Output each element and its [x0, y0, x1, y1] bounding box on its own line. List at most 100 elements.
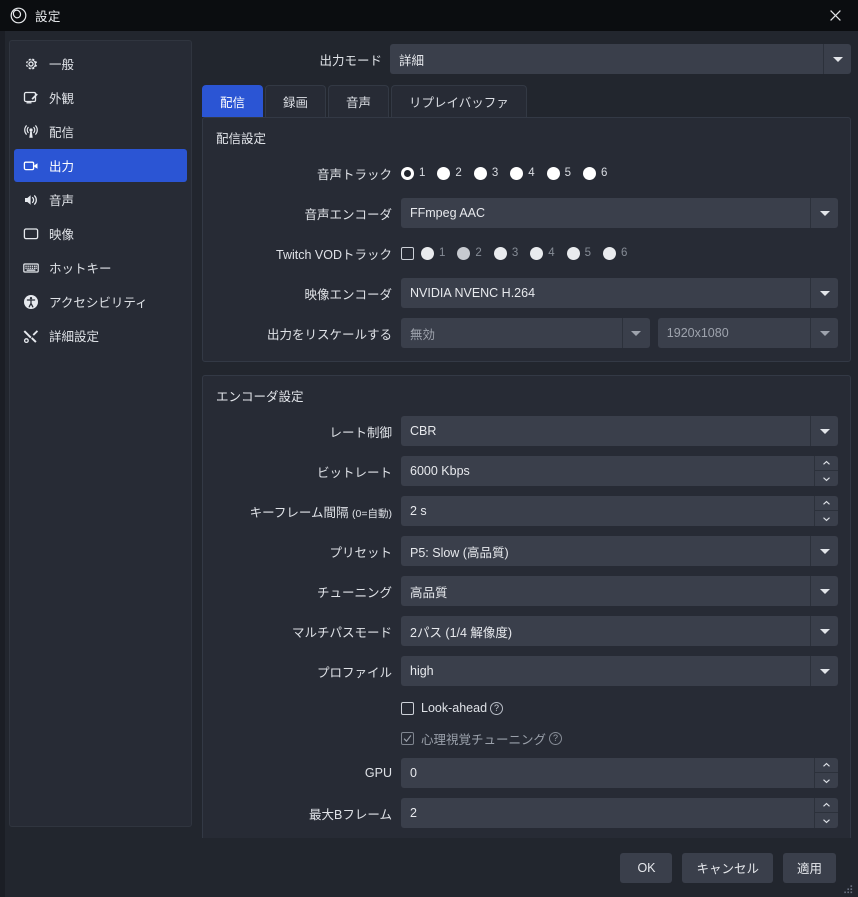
chevron-down-icon[interactable] [810, 318, 838, 348]
sidebar-item-output[interactable]: 出力 [14, 149, 187, 182]
max-bframes-spinbox[interactable]: 2 [401, 798, 838, 828]
chevron-down-icon[interactable] [810, 656, 838, 686]
preset-combobox[interactable]: P5: Slow (高品質) [401, 536, 838, 566]
lookahead-checkbox[interactable] [401, 701, 414, 715]
chevron-down-icon[interactable] [810, 576, 838, 606]
keyboard-icon [22, 259, 40, 277]
sidebar-item-label: 外観 [49, 92, 75, 106]
sidebar-item-video[interactable]: 映像 [14, 217, 187, 250]
keyframe-interval-text: キーフレーム間隔 [249, 505, 353, 520]
title-bar: 設定 [0, 0, 858, 31]
monitor-icon [22, 225, 40, 243]
sidebar-item-accessibility[interactable]: アクセシビリティ [14, 285, 187, 318]
audio-track-radio-5[interactable]: 5 [546, 166, 571, 180]
keyframe-stepper[interactable] [814, 496, 838, 526]
multipass-mode-combobox[interactable]: 2パス (1/4 解像度) [401, 616, 838, 646]
radio-icon [401, 166, 414, 180]
output-mode-combobox[interactable]: 詳細 [390, 44, 851, 74]
bitrate-value: 6000 Kbps [410, 464, 470, 478]
gpu-stepper[interactable] [814, 758, 838, 788]
rescale-mode-value: 無効 [410, 327, 436, 342]
audio-encoder-combobox[interactable]: FFmpeg AAC [401, 198, 838, 228]
ok-button[interactable]: OK [620, 852, 673, 883]
resize-grip[interactable] [842, 882, 854, 894]
rate-control-value: CBR [410, 424, 437, 438]
psycho-visual-checkbox-row[interactable]: 心理視覚チューニング ? [401, 725, 563, 751]
keyframe-interval-spinbox[interactable]: 2 s [401, 496, 838, 526]
sidebar-item-appearance[interactable]: 外観 [14, 81, 187, 114]
help-icon[interactable]: ? [490, 701, 504, 715]
twitch-vod-radio-4[interactable]: 4 [530, 246, 555, 260]
audio-track-radio-1[interactable]: 1 [401, 166, 425, 180]
twitch-vod-radio-2[interactable]: 2 [457, 246, 482, 260]
cancel-button[interactable]: キャンセル [682, 852, 773, 883]
radio-icon [493, 246, 507, 260]
audio-track-radio-3[interactable]: 3 [473, 166, 498, 180]
rescale-output-row: 出力をリスケールする 無効 1920x1080 [215, 317, 838, 349]
stepper-up-icon[interactable] [815, 496, 838, 511]
chevron-down-icon[interactable] [621, 318, 650, 348]
chevron-down-icon[interactable] [810, 536, 838, 566]
psycho-visual-checkbox[interactable] [401, 731, 414, 745]
stepper-down-icon[interactable] [815, 471, 838, 486]
rate-control-row: レート制御 CBR [215, 415, 838, 447]
audio-track-row: 音声トラック 1 2 3 4 5 6 [215, 157, 838, 189]
stepper-down-icon[interactable] [815, 773, 838, 788]
max-bframes-stepper[interactable] [814, 798, 838, 828]
sidebar-item-advanced[interactable]: 詳細設定 [14, 319, 187, 352]
output-mode-row: 出力モード 詳細 [202, 44, 851, 74]
sidebar-item-general[interactable]: 一般 [14, 47, 187, 80]
twitch-vod-radio-5[interactable]: 5 [566, 246, 591, 260]
tab-streaming[interactable]: 配信 [202, 85, 264, 117]
rescale-output-label: 出力をリスケールする [266, 327, 392, 342]
settings-window: 設定 一般 外観 配信 出力 音声 映像 ホットキー アクセシビリティ 詳細設定… [0, 0, 858, 897]
rate-control-combobox[interactable]: CBR [401, 416, 838, 446]
radio-label: 4 [528, 167, 535, 179]
tab-audio[interactable]: 音声 [328, 85, 390, 117]
video-encoder-combobox[interactable]: NVIDIA NVENC H.264 [401, 278, 838, 308]
sidebar-item-stream[interactable]: 配信 [14, 115, 187, 148]
profile-combobox[interactable]: high [401, 656, 838, 686]
video-encoder-row: 映像エンコーダ NVIDIA NVENC H.264 [215, 277, 838, 309]
tab-label: 音声 [346, 96, 372, 110]
gpu-spinbox[interactable]: 0 [401, 758, 838, 788]
keyframe-interval-label: キーフレーム間隔 (0=自動) [215, 502, 401, 521]
rescale-mode-combobox[interactable]: 無効 [401, 318, 650, 348]
stepper-up-icon[interactable] [815, 758, 838, 773]
bitrate-spinbox[interactable]: 6000 Kbps [401, 456, 838, 486]
sidebar-item-label: 詳細設定 [49, 330, 100, 344]
chevron-down-icon[interactable] [810, 278, 838, 308]
tab-recording[interactable]: 録画 [265, 85, 327, 117]
tuning-combobox[interactable]: 高品質 [401, 576, 838, 606]
audio-track-radio-4[interactable]: 4 [510, 166, 535, 180]
stepper-up-icon[interactable] [815, 798, 838, 813]
stepper-up-icon[interactable] [815, 456, 838, 471]
twitch-vod-radio-1[interactable]: 1 [421, 246, 445, 260]
keyframe-interval-value: 2 s [410, 504, 427, 518]
profile-value: high [410, 664, 434, 678]
twitch-vod-radio-6[interactable]: 6 [603, 246, 627, 260]
sidebar-item-hotkeys[interactable]: ホットキー [14, 251, 187, 284]
lookahead-checkbox-row[interactable]: Look-ahead ? [401, 695, 504, 721]
chevron-down-icon[interactable] [810, 198, 838, 228]
rescale-resolution-combobox[interactable]: 1920x1080 [657, 318, 838, 348]
radio-icon [437, 166, 451, 180]
twitch-vod-radio-3[interactable]: 3 [493, 246, 518, 260]
twitch-vod-checkbox[interactable] [401, 246, 414, 260]
close-icon[interactable] [812, 0, 858, 31]
apply-button[interactable]: 適用 [782, 852, 836, 883]
audio-track-radio-2[interactable]: 2 [437, 166, 462, 180]
audio-track-radio-6[interactable]: 6 [583, 166, 607, 180]
chevron-down-icon[interactable] [810, 416, 838, 446]
stepper-down-icon[interactable] [815, 511, 838, 526]
chevron-down-icon[interactable] [810, 616, 838, 646]
help-icon[interactable]: ? [549, 731, 563, 745]
radio-icon [473, 166, 487, 180]
chevron-down-icon[interactable] [823, 44, 851, 74]
stepper-down-icon[interactable] [815, 813, 838, 828]
bitrate-stepper[interactable] [814, 456, 838, 486]
tab-replay-buffer[interactable]: リプレイバッファ [391, 85, 527, 117]
sidebar-item-label: 一般 [49, 58, 75, 72]
sidebar-item-label: 配信 [49, 126, 75, 140]
sidebar-item-audio[interactable]: 音声 [14, 183, 187, 216]
